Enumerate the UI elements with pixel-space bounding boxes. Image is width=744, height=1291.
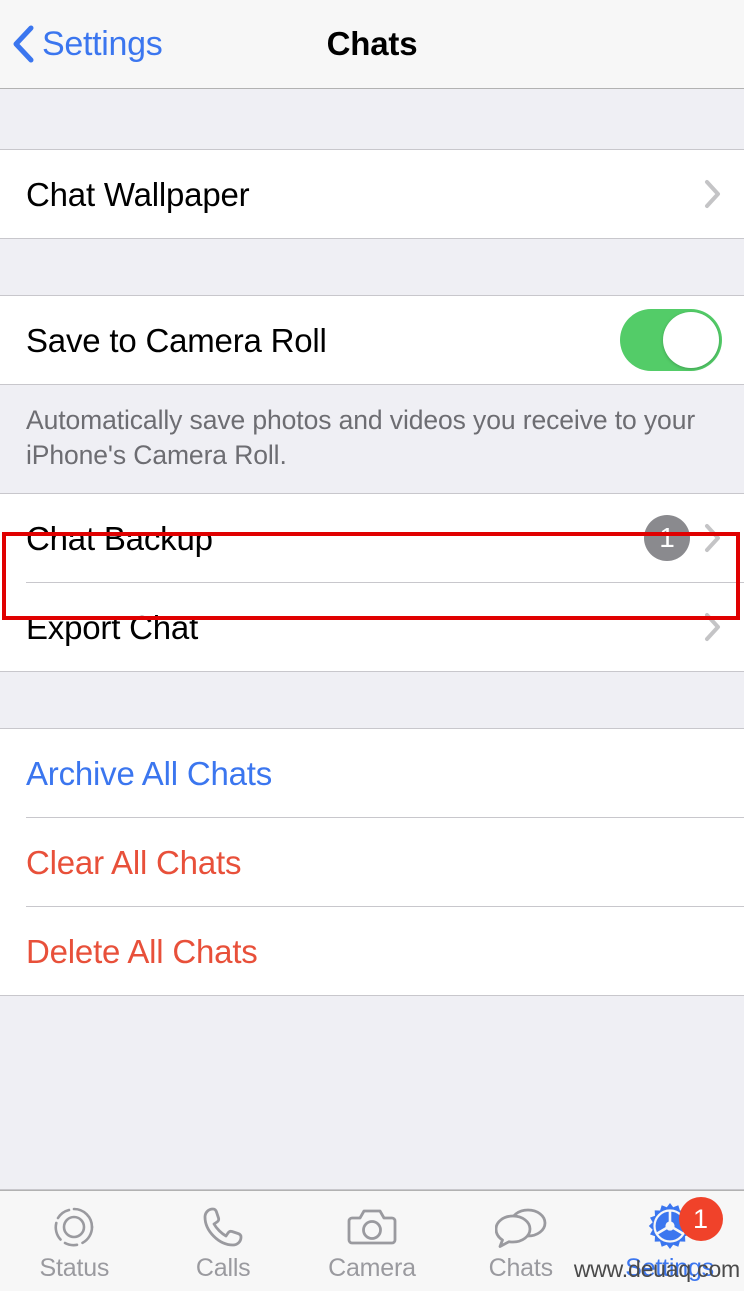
back-button[interactable]: Settings <box>0 25 163 63</box>
settings-list: Chat Wallpaper Save to Camera Roll Autom… <box>0 89 744 1190</box>
chevron-right-icon <box>704 523 722 553</box>
row-chat-backup-label: Chat Backup <box>26 519 213 557</box>
section-gap-top <box>0 89 744 150</box>
row-archive-all-chats-label: Archive All Chats <box>26 754 273 792</box>
chevron-left-icon <box>12 25 34 63</box>
chat-backup-badge: 1 <box>644 515 690 562</box>
row-archive-all-chats[interactable]: Archive All Chats <box>0 729 744 818</box>
navigation-bar: Settings Chats <box>0 0 744 89</box>
section-gap-media <box>0 239 744 296</box>
section-wallpaper: Chat Wallpaper <box>0 150 744 239</box>
tab-chats[interactable]: Chats <box>446 1191 595 1291</box>
row-save-to-camera-roll-label: Save to Camera Roll <box>26 321 327 359</box>
tab-camera-label: Camera <box>328 1253 416 1282</box>
tab-status[interactable]: Status <box>0 1191 149 1291</box>
chevron-right-icon <box>704 179 722 209</box>
row-clear-all-chats[interactable]: Clear All Chats <box>0 818 744 907</box>
row-chat-wallpaper[interactable]: Chat Wallpaper <box>0 150 744 238</box>
save-to-camera-roll-toggle[interactable] <box>620 309 722 371</box>
row-export-chat-accessory <box>704 612 722 642</box>
tab-calls[interactable]: Calls <box>149 1191 298 1291</box>
status-rings-icon <box>48 1202 100 1252</box>
camera-icon <box>346 1202 398 1252</box>
row-clear-all-chats-label: Clear All Chats <box>26 843 242 881</box>
row-chat-backup[interactable]: Chat Backup 1 <box>0 494 744 583</box>
tab-bar: Status Calls Camera Chats 1 Settings <box>0 1190 744 1291</box>
section-actions: Archive All Chats Clear All Chats Delete… <box>0 729 744 997</box>
list-empty-space <box>0 996 744 1190</box>
row-chat-backup-accessory: 1 <box>644 515 722 562</box>
section-gap-actions <box>0 672 744 730</box>
chevron-right-icon <box>704 612 722 642</box>
chat-bubbles-icon <box>494 1202 547 1252</box>
settings-tab-badge: 1 <box>678 1197 723 1241</box>
whatsapp-chats-settings-screen: Settings Chats Chat Wallpaper Save to Ca… <box>0 0 744 1291</box>
row-save-to-camera-roll[interactable]: Save to Camera Roll <box>0 296 744 384</box>
row-chat-wallpaper-label: Chat Wallpaper <box>26 175 250 213</box>
back-button-label: Settings <box>42 25 163 63</box>
tab-settings[interactable]: 1 Settings <box>595 1191 744 1291</box>
phone-icon <box>197 1202 249 1252</box>
tab-camera[interactable]: Camera <box>298 1191 447 1291</box>
row-chat-wallpaper-accessory <box>704 179 722 209</box>
row-delete-all-chats[interactable]: Delete All Chats <box>0 907 744 996</box>
tab-settings-label: Settings <box>625 1253 714 1282</box>
section-backup: Chat Backup 1 Export Chat <box>0 493 744 673</box>
media-section-footer-note: Automatically save photos and videos you… <box>0 384 744 494</box>
toggle-knob <box>663 312 719 368</box>
row-export-chat-label: Export Chat <box>26 608 199 646</box>
section-media: Save to Camera Roll <box>0 296 744 384</box>
tab-chats-label: Chats <box>488 1253 554 1282</box>
tab-calls-label: Calls <box>195 1253 251 1282</box>
tab-status-label: Status <box>39 1253 110 1282</box>
row-export-chat[interactable]: Export Chat <box>0 583 744 672</box>
row-delete-all-chats-label: Delete All Chats <box>26 932 258 970</box>
